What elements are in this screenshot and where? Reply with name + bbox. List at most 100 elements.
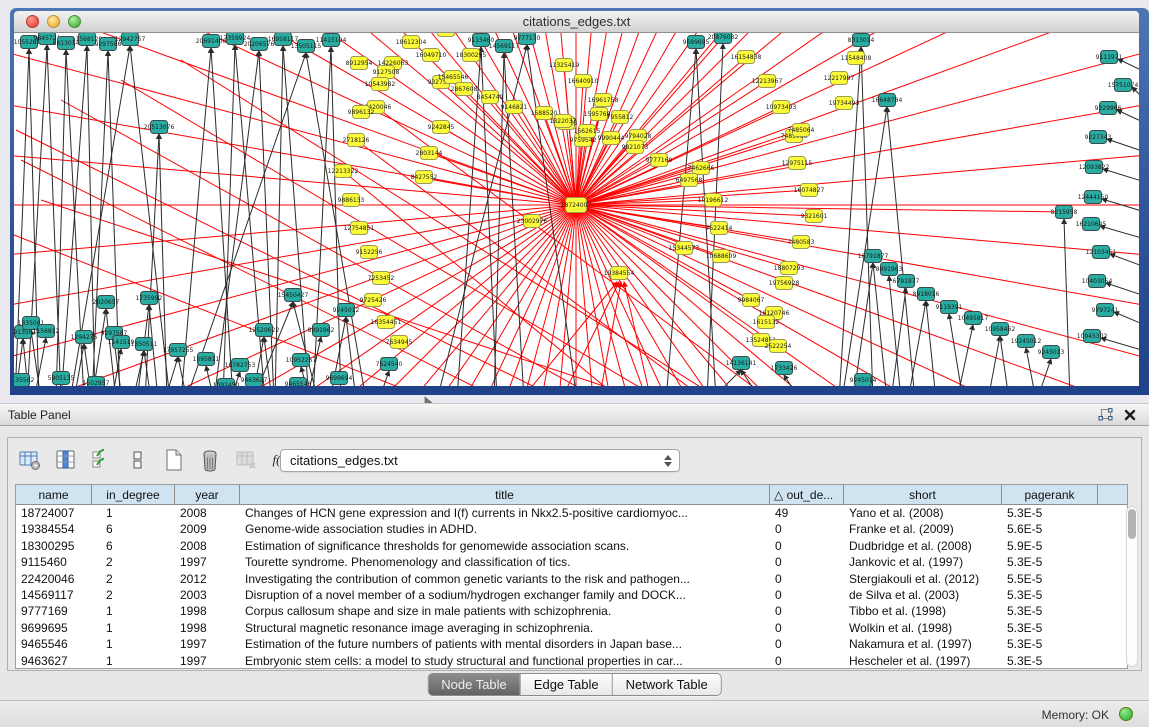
cell-year: 2012: [175, 571, 240, 587]
graph-node-label: 12975115: [782, 160, 813, 167]
graph-node-label: 1562615: [574, 128, 601, 135]
table-body: 1872400712008Changes of HCN gene express…: [16, 505, 1127, 669]
table-selector-dropdown[interactable]: citations_edges.txt: [280, 449, 680, 472]
table-row[interactable]: 911546021997Tourette syndrome. Phenomeno…: [16, 554, 1127, 570]
graph-node-label: 7955812: [607, 114, 634, 121]
table-row[interactable]: 1830029562008Estimation of significance …: [16, 538, 1127, 554]
cell-name: 9463627: [16, 653, 92, 669]
graph-node-label: 9777170: [514, 35, 541, 42]
graph-node-label: 9152256: [356, 249, 383, 256]
memory-status-icon[interactable]: [1119, 707, 1133, 721]
graph-node-label: 7624540: [376, 361, 403, 368]
column-header-year[interactable]: year: [175, 485, 240, 504]
graph-node-label: 9465546: [285, 381, 312, 386]
close-panel-icon[interactable]: [1123, 408, 1137, 422]
cell-title: Corpus callosum shape and size in male p…: [240, 603, 770, 619]
graph-node-label: 14569117: [489, 43, 520, 50]
column-header-out_degree[interactable]: △ out_de...: [770, 485, 844, 504]
graph-node-label: 8427552: [411, 174, 438, 181]
table-row[interactable]: 946362711997Embryonic stem cells: a mode…: [16, 653, 1127, 669]
cell-year: 2008: [175, 505, 240, 521]
graph-node-label: 18807293: [774, 265, 805, 272]
import-table-button[interactable]: [232, 447, 259, 474]
graph-node-label: 1322037: [550, 118, 577, 125]
graph-node-label: 17957255: [163, 347, 194, 354]
graph-node-label: 9119391: [936, 304, 963, 311]
graph-node-label: 9896132: [348, 109, 375, 116]
table-settings-button[interactable]: [16, 447, 43, 474]
table-row[interactable]: 1456911722003Disruption of a novel membe…: [16, 587, 1127, 603]
graph-node-label: 5905135: [48, 375, 75, 382]
table-scrollbar[interactable]: [1126, 506, 1138, 667]
table-settings-icon: [18, 448, 42, 472]
column-header-title[interactable]: title: [240, 485, 770, 504]
graph-node-label: 1502957: [83, 380, 110, 386]
scrollbar-thumb[interactable]: [1128, 509, 1136, 539]
new-table-button[interactable]: [160, 447, 187, 474]
cell-short: Hescheler et al. (1997): [844, 653, 1002, 669]
node-table: namein_degreeyeartitle△ out_de...shortpa…: [15, 484, 1128, 669]
new-file-icon: [162, 448, 186, 472]
table-row[interactable]: 946554611997Estimation of the future num…: [16, 636, 1127, 652]
graph-node-label: 12217987: [824, 75, 855, 82]
cell-title: Tourette syndrome. Phenomenology and cla…: [240, 554, 770, 570]
show-columns-icon: [54, 448, 78, 472]
graph-node-label: 7480583: [788, 239, 815, 246]
graph-node-label: 2020657: [93, 299, 120, 306]
tab-node-table[interactable]: Node Table: [428, 674, 520, 695]
column-header-in_degree[interactable]: in_degree: [92, 485, 175, 504]
float-panel-icon[interactable]: [1098, 408, 1113, 423]
cell-title: Disruption of a novel member of a sodium…: [240, 587, 770, 603]
graph-node-label: 1294275: [71, 334, 98, 341]
graph-node-label: 16961758: [588, 97, 619, 104]
graph-node-label: 8454749: [477, 94, 504, 101]
cell-pagerank: 5.3E-5: [1002, 554, 1098, 570]
cell-in_degree: 2: [92, 554, 175, 570]
graph-node-label: 16791877: [858, 253, 889, 260]
cell-in_degree: 1: [92, 636, 175, 652]
table-row[interactable]: 969969511998Structural magnetic resonanc…: [16, 620, 1127, 636]
table-row[interactable]: 2242004622012Investigating the contribut…: [16, 571, 1127, 587]
graph-node-label: 7634945: [386, 339, 413, 346]
graph-node-label: 23002976: [517, 218, 548, 225]
graph-node-label: 2803144: [416, 150, 443, 157]
graph-node-label: 18300295: [456, 52, 487, 59]
graph-node-label: 9821073: [622, 144, 649, 151]
column-header-name[interactable]: name: [16, 485, 92, 504]
network-canvas[interactable]: 1872400710552857984572188130141156812992…: [14, 33, 1139, 386]
graph-node-label: 1735992: [136, 295, 163, 302]
toggle-view-button[interactable]: [124, 447, 151, 474]
cell-short: de Silva et al. (2003): [844, 587, 1002, 603]
graph-node-label: 8313014: [848, 37, 875, 44]
graph-node-label: 9242845: [428, 124, 455, 131]
graph-node-label: 13505115: [291, 43, 322, 50]
table-container: f(x) citations_edges.txt namein_degreeye…: [7, 437, 1142, 671]
table-tabs: Node Table Edge Table Network Table: [427, 673, 722, 696]
cell-name: 9777169: [16, 603, 92, 619]
cell-title: Changes of HCN gene expression and I(f) …: [240, 505, 770, 521]
table-row[interactable]: 1938455462009Genome-wide association stu…: [16, 521, 1127, 537]
network-window-titlebar[interactable]: citations_edges.txt: [14, 11, 1139, 33]
graph-node-label: 7462666: [688, 165, 715, 172]
graph-node-label: 6497568: [676, 177, 703, 184]
table-row[interactable]: 977716911998Corpus callosum shape and si…: [16, 603, 1127, 619]
table-row[interactable]: 1872400712008Changes of HCN gene express…: [16, 505, 1127, 521]
table-header: namein_degreeyeartitle△ out_de...shortpa…: [16, 485, 1127, 505]
show-columns-button[interactable]: [52, 447, 79, 474]
graph-node-label: 16154838: [731, 54, 762, 61]
graph-node-label: 1695811: [193, 356, 220, 363]
graph-node-label: 9321601: [801, 213, 828, 220]
cell-in_degree: 1: [92, 603, 175, 619]
tab-network-table[interactable]: Network Table: [612, 674, 721, 695]
row-selection-button[interactable]: [88, 447, 115, 474]
column-header-pagerank[interactable]: pagerank: [1002, 485, 1098, 504]
cell-pagerank: 5.6E-5: [1002, 521, 1098, 537]
cell-in_degree: 6: [92, 538, 175, 554]
graph-node-label: 8891962: [308, 327, 335, 334]
tab-edge-table[interactable]: Edge Table: [520, 674, 612, 695]
row-checks-icon: [90, 448, 114, 472]
graph-node-label: 15465546: [438, 74, 469, 81]
graph-node-label: 10952257: [286, 357, 317, 364]
column-header-short[interactable]: short: [844, 485, 1002, 504]
delete-table-button[interactable]: [196, 447, 223, 474]
